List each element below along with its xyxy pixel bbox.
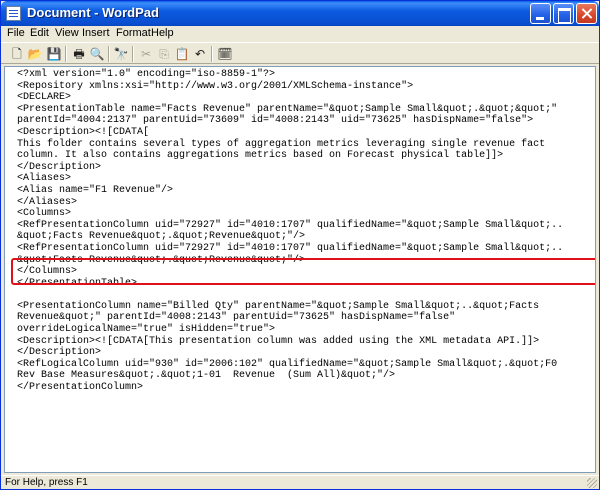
toolbar-separator xyxy=(108,46,110,62)
save-icon[interactable]: 💾 xyxy=(46,46,62,62)
print-icon[interactable]: 🖶 xyxy=(71,46,87,62)
document-line: <Description><![CDATA[ xyxy=(17,126,150,138)
status-bar: For Help, press F1 xyxy=(1,475,599,489)
document-line: <DECLARE> xyxy=(17,92,72,104)
find-icon[interactable]: 🔭 xyxy=(113,46,129,62)
wordpad-app-icon[interactable] xyxy=(6,6,21,21)
document-line: parentId="4004:2137" parentUid="73609" i… xyxy=(17,115,534,127)
document-line: <Description><![CDATA[This presentation … xyxy=(17,335,540,347)
window-title: Document - WordPad xyxy=(27,5,159,20)
document-line: <PresentationColumn name="Billed Qty" pa… xyxy=(17,300,540,312)
resize-grip-icon[interactable] xyxy=(587,478,597,488)
document-line: <RefPresentationColumn uid="72927" id="4… xyxy=(17,242,564,254)
maximize-button[interactable] xyxy=(553,3,574,24)
menu-file[interactable]: File xyxy=(7,27,25,39)
document-line: <Alias name="F1 Revenue"/> xyxy=(17,184,174,196)
document-line: </Description> xyxy=(17,347,102,359)
document-line: Revenue&quot;" parentId="4008:2143" pare… xyxy=(17,312,456,324)
close-button[interactable] xyxy=(576,3,597,24)
document-line: overrideLogicalName="true" isHidden="tru… xyxy=(17,324,276,336)
print-preview-icon[interactable]: 🔍 xyxy=(89,46,105,62)
document-line: column. It also contains aggregations me… xyxy=(17,150,504,162)
document-line: <RefLogicalColumn uid="930" id="2006:102… xyxy=(17,358,558,370)
menu-bar: File Edit View Insert Format Help xyxy=(1,26,599,42)
toolbar-separator xyxy=(65,46,67,62)
cut-icon[interactable]: ✂ xyxy=(138,46,154,62)
new-document-icon[interactable]: 🗋 xyxy=(9,46,25,62)
document-line: </Aliases> xyxy=(17,196,78,208)
document-line xyxy=(17,289,563,301)
highlight-annotation-box xyxy=(11,258,595,285)
toolbar-separator xyxy=(132,46,134,62)
open-folder-icon[interactable]: 📂 xyxy=(27,46,43,62)
wordpad-window: Document - WordPad File Edit View Insert… xyxy=(0,0,600,490)
document-line: Rev Base Measures&quot;.&quot;1-01 Reven… xyxy=(17,370,396,382)
menu-view[interactable]: View xyxy=(55,27,79,39)
menu-format[interactable]: Format xyxy=(116,27,151,39)
insert-date-time-icon[interactable]: 🗓 xyxy=(217,46,233,62)
document-line: </Description> xyxy=(17,161,102,173)
minimize-button[interactable] xyxy=(530,3,551,24)
document-line: This folder contains several types of ag… xyxy=(17,138,546,150)
document-line: </PresentationColumn> xyxy=(17,382,144,394)
document-line: <PresentationTable name="Facts Revenue" … xyxy=(17,103,558,115)
document-line: <RefPresentationColumn uid="72927" id="4… xyxy=(17,219,564,231)
title-bar[interactable]: Document - WordPad xyxy=(1,1,599,26)
status-text: For Help, press F1 xyxy=(5,477,88,488)
document-line: <Aliases> xyxy=(17,173,72,185)
undo-icon[interactable]: ↶ xyxy=(192,46,208,62)
document-line: <?xml version="1.0" encoding="iso-8859-1… xyxy=(17,69,276,80)
document-line: <Columns> xyxy=(17,208,72,220)
document-area[interactable]: <?xml version="1.0" encoding="iso-8859-1… xyxy=(4,66,596,473)
menu-insert[interactable]: Insert xyxy=(82,27,110,39)
paste-icon[interactable]: 📋 xyxy=(174,46,190,62)
document-line: <Repository xmlns:xsi="http://www.w3.org… xyxy=(17,80,414,92)
menu-help[interactable]: Help xyxy=(151,27,174,39)
copy-icon[interactable]: ⎘ xyxy=(156,46,172,62)
document-line: &quot;Facts Revenue&quot;.&quot;Revenue&… xyxy=(17,231,306,243)
toolbar: 🗋 📂 💾 🖶 🔍 🔭 ✂ ⎘ 📋 ↶ 🗓 xyxy=(1,42,599,64)
menu-edit[interactable]: Edit xyxy=(30,27,49,39)
document-text: <?xml version="1.0" encoding="iso-8859-1… xyxy=(17,69,563,394)
toolbar-separator xyxy=(211,46,213,62)
